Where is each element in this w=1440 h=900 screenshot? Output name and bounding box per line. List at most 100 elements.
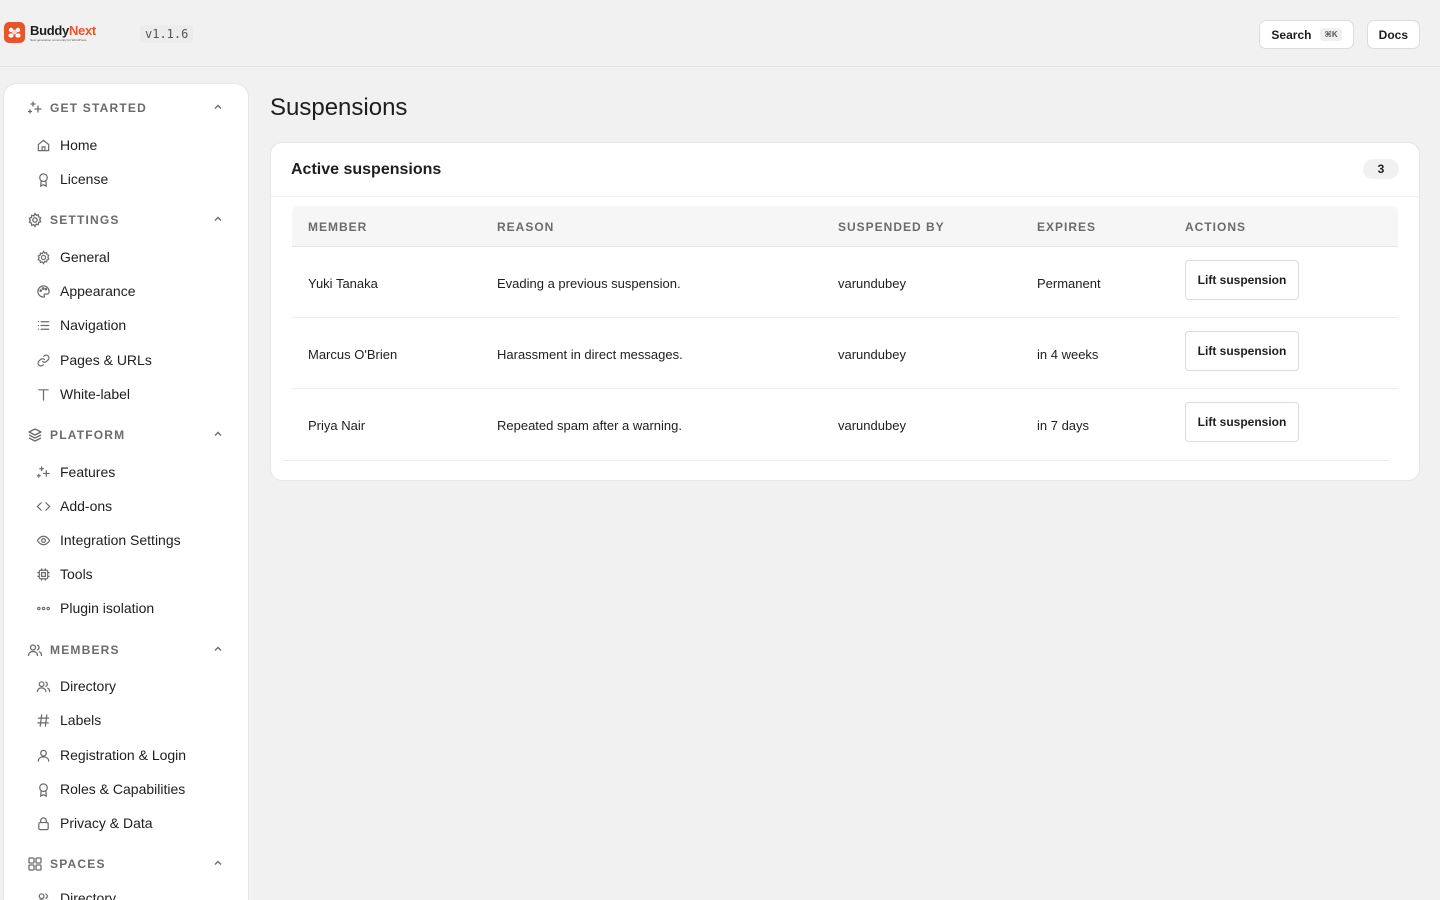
sidebar-item-label: Plugin isolation xyxy=(60,600,155,616)
section-header-settings[interactable]: SETTINGS xyxy=(4,210,248,230)
sidebar-item-registration-login[interactable]: Registration & Login xyxy=(24,741,234,769)
gear-icon xyxy=(36,249,51,265)
sidebar-item-home[interactable]: Home xyxy=(24,131,234,159)
sidebar-section-settings: SETTINGS xyxy=(4,210,248,230)
sidebar-item-privacy-data[interactable]: Privacy & Data xyxy=(24,809,234,837)
chevron-up-icon[interactable] xyxy=(212,213,224,225)
section-header-members[interactable]: MEMBERS xyxy=(4,640,248,660)
column-header-actions: ACTIONS xyxy=(1185,220,1246,234)
list-icon xyxy=(36,318,51,333)
chevron-up-icon[interactable] xyxy=(212,101,224,113)
palette-icon xyxy=(36,284,51,299)
sidebar-item-label: Directory xyxy=(60,890,117,900)
sidebar-item-label: Tools xyxy=(60,566,93,582)
sidebar-item-directory[interactable]: Directory xyxy=(24,672,234,700)
version-badge: v1.1.6 xyxy=(140,25,194,43)
sidebar-section-platform: PLATFORM xyxy=(4,425,248,445)
suspensions-card: Active suspensions 3 MEMBER REASON SUSPE… xyxy=(270,142,1420,481)
layers-icon xyxy=(27,427,43,443)
brand-name: BuddyNext xyxy=(30,22,96,38)
sidebar-section-members: MEMBERS xyxy=(4,640,248,660)
dots-icon xyxy=(36,601,51,616)
lift-suspension-button[interactable]: Lift suspension xyxy=(1185,402,1299,442)
sidebar-item-add-ons[interactable]: Add-ons xyxy=(24,492,234,520)
section-header-get-started[interactable]: GET STARTED xyxy=(4,98,248,118)
sidebar-item-label: General xyxy=(60,249,110,265)
table-row: Yuki Tanaka Evading a previous suspensio… xyxy=(292,247,1398,318)
sidebar-item-label: Features xyxy=(60,464,116,480)
user-icon xyxy=(36,748,51,763)
page-title: Suspensions xyxy=(270,94,408,121)
suspended-by-cell: varundubey xyxy=(838,276,906,291)
lift-suspension-button[interactable]: Lift suspension xyxy=(1185,331,1299,371)
sidebar-item-appearance[interactable]: Appearance xyxy=(24,277,234,305)
search-button-label: Search xyxy=(1271,27,1312,42)
link-icon xyxy=(36,353,51,368)
column-header-member: MEMBER xyxy=(308,220,368,234)
chevron-up-icon[interactable] xyxy=(212,643,224,655)
count-badge: 3 xyxy=(1363,159,1399,179)
gear-icon xyxy=(27,212,43,228)
section-title: MEMBERS xyxy=(50,643,120,657)
reason-cell: Evading a previous suspension. xyxy=(497,276,681,291)
sidebar-item-roles-capabilities[interactable]: Roles & Capabilities xyxy=(24,775,234,803)
column-header-expires: EXPIRES xyxy=(1037,220,1097,234)
suspended-by-cell: varundubey xyxy=(838,418,906,433)
sidebar-item-tools[interactable]: Tools xyxy=(24,560,234,588)
award-icon xyxy=(36,782,51,797)
search-button[interactable]: Search ⌘K xyxy=(1259,20,1354,49)
card-title: Active suspensions xyxy=(291,160,442,178)
sidebar-item-label: Appearance xyxy=(60,283,136,299)
table-row: Priya Nair Repeated spam after a warning… xyxy=(292,389,1398,460)
sidebar-item-general[interactable]: General xyxy=(24,243,234,271)
sidebar-item-white-label[interactable]: White-label xyxy=(24,380,234,408)
sidebar-item-navigation[interactable]: Navigation xyxy=(24,311,234,339)
suspensions-table: MEMBER REASON SUSPENDED BY EXPIRES ACTIO… xyxy=(292,206,1398,460)
chevron-up-icon[interactable] xyxy=(212,428,224,440)
expires-cell: in 7 days xyxy=(1037,418,1090,433)
lift-suspension-button[interactable]: Lift suspension xyxy=(1185,260,1299,300)
sidebar-item-label: Integration Settings xyxy=(60,532,181,548)
home-icon xyxy=(36,138,51,153)
sidebar-item-label: Add-ons xyxy=(60,498,113,514)
award-icon xyxy=(36,172,51,187)
suspended-by-cell: varundubey xyxy=(838,347,906,362)
users-icon xyxy=(36,679,51,694)
sidebar-item-label: Registration & Login xyxy=(60,747,187,763)
section-title: PLATFORM xyxy=(50,428,126,442)
sidebar-item-plugin-isolation[interactable]: Plugin isolation xyxy=(24,594,234,622)
search-shortcut-badge: ⌘K xyxy=(1320,28,1342,41)
lock-icon xyxy=(36,816,51,831)
reason-cell: Harassment in direct messages. xyxy=(497,347,683,362)
logo-icon xyxy=(4,22,25,43)
code-icon xyxy=(36,499,51,514)
chevron-up-icon[interactable] xyxy=(212,857,224,869)
brand-logo[interactable]: BuddyNext Next generation community for … xyxy=(4,22,96,43)
table-divider xyxy=(283,460,1389,461)
grid-icon xyxy=(27,856,43,872)
section-header-spaces[interactable]: SPACES xyxy=(4,854,248,874)
section-header-platform[interactable]: PLATFORM xyxy=(4,425,248,445)
sidebar-item-label: Roles & Capabilities xyxy=(60,781,186,797)
sidebar-item-spaces-directory[interactable]: Directory xyxy=(24,884,234,900)
sidebar-item-integration-settings[interactable]: Integration Settings xyxy=(24,526,234,554)
reason-cell: Repeated spam after a warning. xyxy=(497,418,682,433)
docs-button[interactable]: Docs xyxy=(1366,20,1420,49)
sidebar-item-labels[interactable]: Labels xyxy=(24,706,234,734)
section-title: GET STARTED xyxy=(50,101,147,115)
users-icon xyxy=(27,642,43,658)
sidebar-item-label: License xyxy=(60,171,109,187)
users-icon xyxy=(36,891,51,900)
member-cell: Yuki Tanaka xyxy=(308,276,378,291)
sidebar-item-features[interactable]: Features xyxy=(24,458,234,486)
sidebar-item-label: Navigation xyxy=(60,317,127,333)
table-row: Marcus O'Brien Harassment in direct mess… xyxy=(292,318,1398,389)
sidebar-item-label: Pages & URLs xyxy=(60,352,152,368)
sidebar-item-pages-urls[interactable]: Pages & URLs xyxy=(24,346,234,374)
sidebar-item-license[interactable]: License xyxy=(24,165,234,193)
card-header: Active suspensions 3 xyxy=(271,143,1419,197)
sidebar-item-label: White-label xyxy=(60,386,131,402)
sidebar-section-spaces: SPACES xyxy=(4,854,248,874)
member-cell: Priya Nair xyxy=(308,418,366,433)
sparkles-icon xyxy=(27,100,43,116)
